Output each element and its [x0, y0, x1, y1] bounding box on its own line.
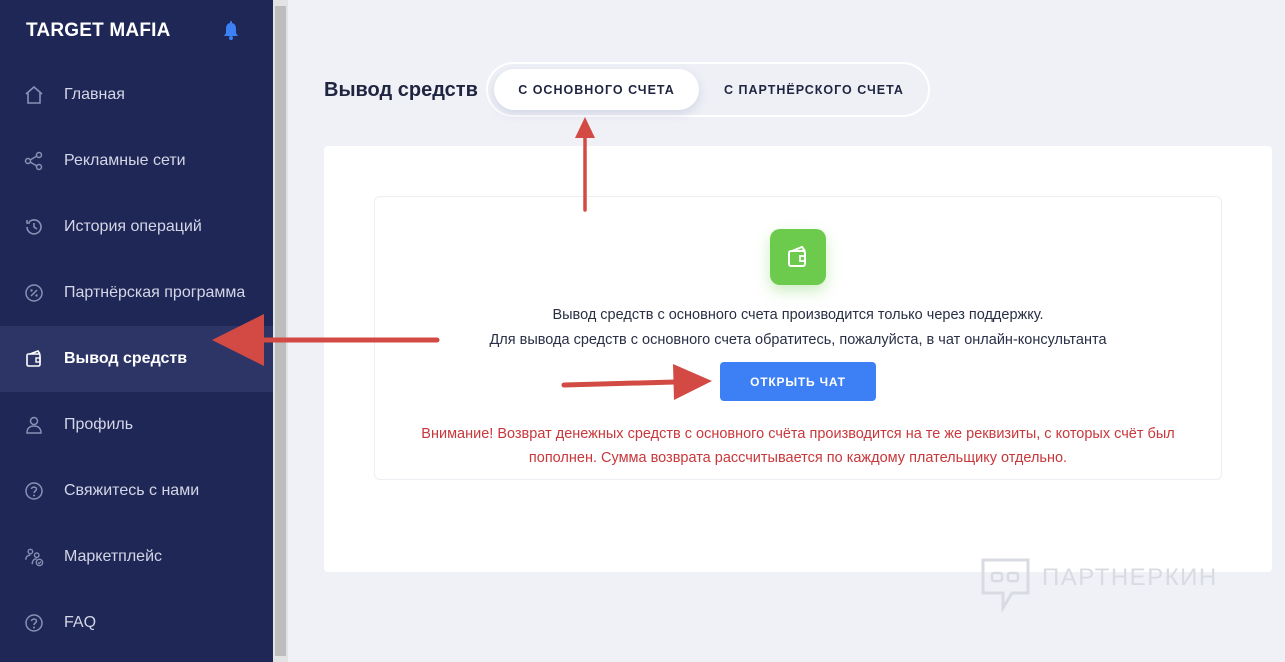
sidebar: TARGET MAFIA Главная Рекламные сети Исто…	[0, 0, 273, 662]
sidebar-item-marketplace[interactable]: Маркетплейс	[0, 524, 273, 590]
wallet-icon	[770, 229, 826, 285]
sidebar-item-label: Профиль	[64, 416, 134, 433]
withdraw-info-box: Вывод средств с основного счета производ…	[374, 196, 1222, 480]
sidebar-item-home[interactable]: Главная	[0, 62, 273, 128]
sidebar-nav: Главная Рекламные сети История операций …	[0, 62, 273, 656]
account-tabs: С ОСНОВНОГО СЧЕТА С ПАРТНЁРСКОГО СЧЕТА	[486, 62, 930, 117]
tab-partner-account[interactable]: С ПАРТНЁРСКОГО СЧЕТА	[706, 69, 922, 110]
sidebar-item-label: Маркетплейс	[64, 548, 163, 565]
history-icon	[24, 217, 44, 237]
sidebar-item-faq[interactable]: FAQ	[0, 590, 273, 656]
sidebar-item-label: Вывод средств	[64, 350, 188, 367]
sidebar-item-withdraw[interactable]: Вывод средств	[0, 326, 273, 392]
scrollbar[interactable]	[273, 0, 288, 662]
info-message-line-2: Для вывода средств с основного счета обр…	[489, 332, 1107, 348]
user-icon	[24, 415, 44, 435]
watermark-text: ПАРТНЕРКИН	[1042, 564, 1218, 591]
warning-line-1: Внимание! Возврат денежных средств с осн…	[421, 426, 1175, 442]
sidebar-item-history[interactable]: История операций	[0, 194, 273, 260]
bell-icon[interactable]	[220, 20, 242, 42]
sidebar-item-partner-program[interactable]: Партнёрская программа	[0, 260, 273, 326]
info-message-line-1: Вывод средств с основного счета производ…	[552, 307, 1044, 323]
main-content: Вывод средств С ОСНОВНОГО СЧЕТА С ПАРТНЁ…	[288, 0, 1285, 662]
scrollbar-thumb[interactable]	[275, 6, 286, 656]
page-title: Вывод средств	[324, 79, 478, 101]
sidebar-item-label: Свяжитесь с нами	[64, 482, 200, 499]
warning-line-2: пополнен. Сумма возврата рассчитывается …	[528, 450, 1068, 466]
open-chat-button[interactable]: ОТКРЫТЬ ЧАТ	[720, 362, 876, 401]
marketplace-icon	[24, 547, 44, 567]
brand-logo[interactable]: TARGET MAFIA	[26, 20, 171, 42]
sidebar-item-label: FAQ	[64, 614, 97, 631]
percent-icon	[24, 283, 44, 303]
sidebar-item-label: Главная	[64, 86, 125, 103]
sidebar-item-profile[interactable]: Профиль	[0, 392, 273, 458]
question-icon	[24, 481, 44, 501]
wallet-icon	[24, 349, 44, 369]
share-icon	[24, 151, 44, 171]
withdraw-card: Вывод средств с основного счета производ…	[324, 146, 1272, 572]
sidebar-item-ad-networks[interactable]: Рекламные сети	[0, 128, 273, 194]
faq-icon	[24, 613, 44, 633]
sidebar-item-label: Рекламные сети	[64, 152, 186, 169]
sidebar-item-label: Партнёрская программа	[64, 284, 246, 301]
tab-main-account[interactable]: С ОСНОВНОГО СЧЕТА	[494, 69, 699, 110]
home-icon	[24, 85, 44, 105]
sidebar-item-contact[interactable]: Свяжитесь с нами	[0, 458, 273, 524]
sidebar-item-label: История операций	[64, 218, 202, 235]
